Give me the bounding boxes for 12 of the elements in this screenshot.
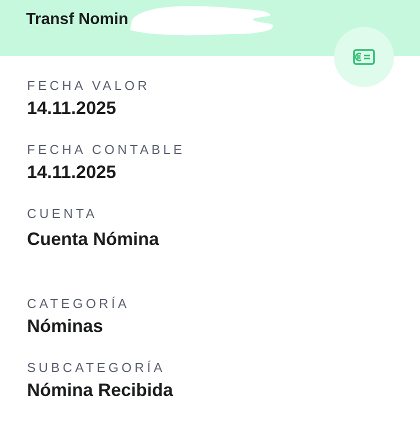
field-label: CUENTA [27,206,98,221]
field-value: 14.11.2025 [27,98,116,118]
field-value: Nómina Recibida [27,380,174,400]
transaction-title: Transf Nomin [26,11,128,29]
field-value: Nóminas [27,316,104,336]
field-label: FECHA CONTABLE [27,142,186,157]
field-value: Cuenta Nómina [27,229,160,249]
banknote-icon [353,49,375,65]
field-label: FECHA VALOR [27,78,152,93]
field-label: CATEGORÍA [27,296,131,311]
field-label: SUBCATEGORÍA [27,360,166,375]
field-value: 14.11.2025 [27,162,116,182]
